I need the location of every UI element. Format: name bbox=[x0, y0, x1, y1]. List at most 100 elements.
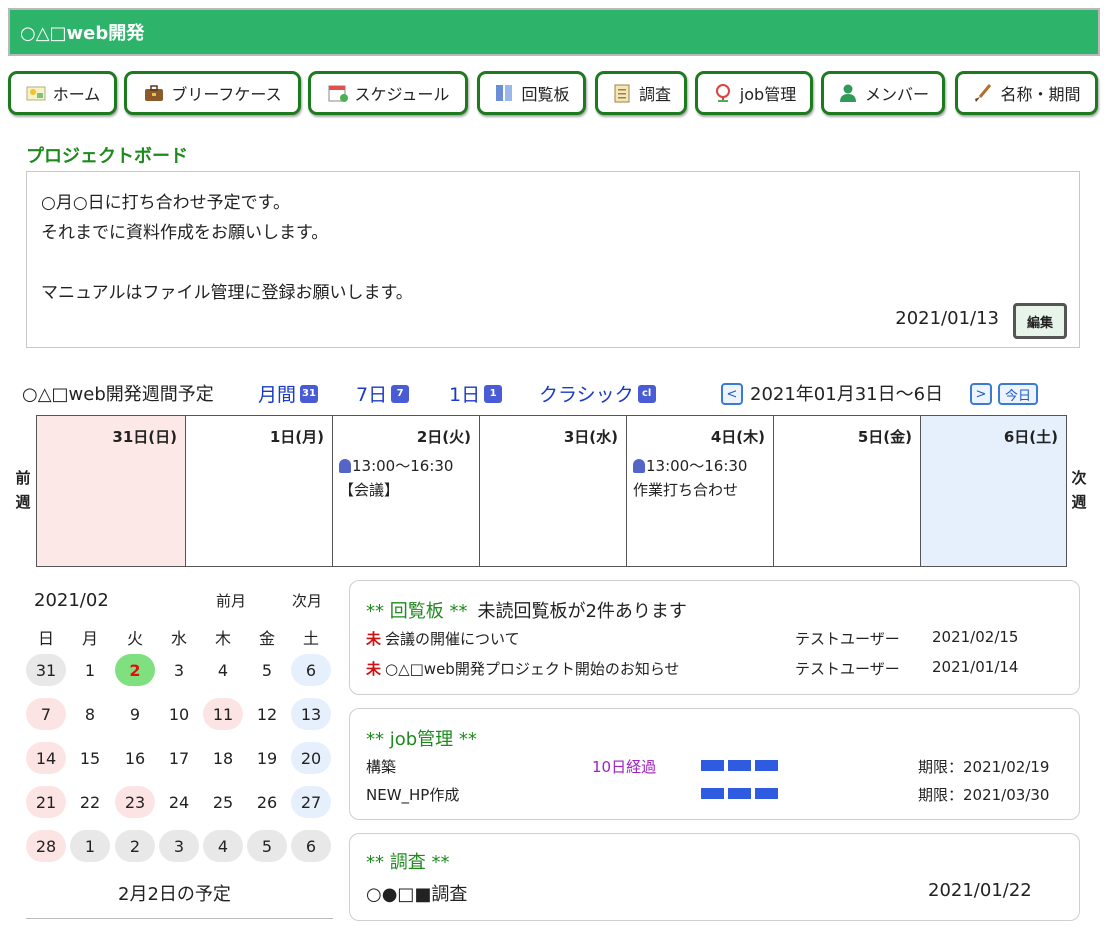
view-1day-link[interactable]: 1日 1 bbox=[449, 380, 503, 407]
calendar-day[interactable]: 1 bbox=[70, 830, 110, 862]
weekday-label: 木 bbox=[214, 629, 231, 648]
home-icon bbox=[25, 83, 47, 103]
calendar-day[interactable]: 22 bbox=[70, 786, 110, 818]
calendar-day[interactable]: 13 bbox=[291, 698, 331, 730]
calendar-day[interactable]: 9 bbox=[115, 698, 155, 730]
nav-schedule-button[interactable]: スケジュール bbox=[308, 71, 468, 115]
nav-survey-label: 調査 bbox=[638, 85, 671, 104]
calendar-day[interactable]: 4 bbox=[203, 654, 243, 686]
calendar-day[interactable]: 14 bbox=[26, 742, 66, 774]
app-title: ○△□web開発 bbox=[20, 23, 145, 44]
progress-block bbox=[755, 788, 778, 799]
next-week-button[interactable]: > bbox=[970, 383, 992, 405]
view-7day-link[interactable]: 7日 7 bbox=[356, 380, 410, 407]
nav-bulletin-label: 回覧板 bbox=[521, 85, 570, 104]
calendar-day[interactable]: 6 bbox=[291, 830, 331, 862]
nav-briefcase-button[interactable]: ブリーフケース bbox=[124, 71, 301, 115]
calendar-day[interactable]: 16 bbox=[115, 742, 155, 774]
calendar-day[interactable]: 19 bbox=[247, 742, 287, 774]
project-board: ○月○日に打ち合わせ予定です。 それまでに資料作成をお願いします。 マニュアルは… bbox=[26, 171, 1080, 348]
calendar-day[interactable]: 17 bbox=[159, 742, 199, 774]
calendar-day[interactable]: 24 bbox=[159, 786, 199, 818]
day-column[interactable]: 1日(月) bbox=[185, 416, 332, 566]
job-name[interactable]: NEW_HP作成 bbox=[366, 784, 459, 805]
calendar-day[interactable]: 23 bbox=[115, 786, 155, 818]
calendar-day[interactable]: 3 bbox=[159, 830, 199, 862]
calendar-day[interactable]: 21 bbox=[26, 786, 66, 818]
schedule-event[interactable]: 13:00〜16:30 【会議】 bbox=[339, 454, 453, 502]
bulletin-item[interactable]: 未会議の開催について bbox=[366, 628, 520, 649]
calendar-day[interactable]: 7 bbox=[26, 698, 66, 730]
day-column[interactable]: 2日(火) 13:00〜16:30 【会議】 bbox=[332, 416, 479, 566]
day-header[interactable]: 2日(火) bbox=[417, 426, 471, 447]
day-column[interactable]: 4日(木) 13:00〜16:30 作業打ち合わせ bbox=[626, 416, 773, 566]
mini-calendar-month: 2021/02 bbox=[34, 590, 109, 611]
calendar-day[interactable]: 25 bbox=[203, 786, 243, 818]
calendar-day[interactable]: 3 bbox=[159, 654, 199, 686]
calendar-day[interactable]: 6 bbox=[291, 654, 331, 686]
calendar-day[interactable]: 27 bbox=[291, 786, 331, 818]
nav-job-button[interactable]: job管理 bbox=[695, 71, 813, 115]
day-column[interactable]: 31日(日) bbox=[37, 416, 185, 566]
day-header[interactable]: 1日(月) bbox=[270, 426, 324, 447]
next-week-side-link[interactable]: 次週 bbox=[1070, 466, 1088, 514]
day-column[interactable]: 3日(水) bbox=[479, 416, 626, 566]
today-button[interactable]: 今日 bbox=[998, 383, 1038, 405]
day-header[interactable]: 4日(木) bbox=[711, 426, 765, 447]
calendar-day[interactable]: 15 bbox=[70, 742, 110, 774]
calendar-day[interactable]: 5 bbox=[247, 830, 287, 862]
day-header[interactable]: 3日(水) bbox=[564, 426, 618, 447]
calendar-day[interactable]: 5 bbox=[247, 654, 287, 686]
board-edit-button[interactable]: 編集 bbox=[1013, 303, 1067, 339]
day-header[interactable]: 31日(日) bbox=[112, 426, 177, 447]
job-name[interactable]: 構築 bbox=[366, 756, 396, 777]
prev-week-side-link[interactable]: 前週 bbox=[14, 466, 32, 514]
day-header[interactable]: 6日(土) bbox=[1004, 426, 1058, 447]
nav-job-label: job管理 bbox=[739, 85, 797, 104]
view-classic-link[interactable]: クラシック cl bbox=[539, 380, 656, 407]
nav-bulletin-button[interactable]: 回覧板 bbox=[477, 71, 586, 115]
day-column[interactable]: 5日(金) bbox=[773, 416, 920, 566]
prev-month-link[interactable]: 前月 bbox=[216, 590, 246, 611]
unread-mark: 未 bbox=[366, 630, 382, 648]
job-status: 10日経過 bbox=[592, 758, 657, 776]
day-column[interactable]: 6日(土) bbox=[920, 416, 1066, 566]
calendar-day[interactable]: 26 bbox=[247, 786, 287, 818]
briefcase-icon bbox=[143, 83, 165, 103]
calendar-day[interactable]: 11 bbox=[203, 698, 243, 730]
calendar-day[interactable]: 12 bbox=[247, 698, 287, 730]
schedule-event[interactable]: 13:00〜16:30 作業打ち合わせ bbox=[633, 454, 747, 502]
calendar-day[interactable]: 2 bbox=[115, 830, 155, 862]
progress-block bbox=[728, 788, 751, 799]
pin-icon bbox=[633, 459, 645, 473]
calendar-day[interactable]: 18 bbox=[203, 742, 243, 774]
view-7day-label: 7日 bbox=[356, 384, 388, 406]
calendar-day[interactable]: 8 bbox=[70, 698, 110, 730]
board-date: 2021/01/13 bbox=[895, 308, 999, 329]
bulletin-item-date: 2021/02/15 bbox=[932, 628, 1019, 646]
bulletin-item-title[interactable]: ○△□web開発プロジェクト開始のお知らせ bbox=[385, 660, 680, 678]
calendar-day[interactable]: 20 bbox=[291, 742, 331, 774]
calendar-day[interactable]: 28 bbox=[26, 830, 66, 862]
nav-member-button[interactable]: メンバー bbox=[821, 71, 945, 115]
nav-survey-button[interactable]: 調査 bbox=[595, 71, 687, 115]
bulletin-item-title[interactable]: 会議の開催について bbox=[385, 630, 520, 648]
clipboard-icon bbox=[611, 83, 633, 103]
divider bbox=[26, 918, 333, 919]
prev-week-button[interactable]: < bbox=[721, 383, 743, 405]
event-time: 13:00〜16:30 bbox=[352, 457, 454, 475]
calendar-day[interactable]: 31 bbox=[26, 654, 66, 686]
bulletin-item[interactable]: 未 ○△□web開発プロジェクト開始のお知らせ bbox=[366, 658, 680, 679]
weekday-label: 水 bbox=[170, 629, 187, 648]
day-header[interactable]: 5日(金) bbox=[858, 426, 912, 447]
calendar-day[interactable]: 1 bbox=[70, 654, 110, 686]
next-month-link[interactable]: 次月 bbox=[292, 590, 322, 611]
weekday-label: 土 bbox=[302, 629, 319, 648]
view-month-link[interactable]: 月間 31 bbox=[258, 380, 319, 407]
calendar-day[interactable]: 10 bbox=[159, 698, 199, 730]
calendar-day-today[interactable]: 2 bbox=[115, 654, 155, 686]
nav-home-button[interactable]: ホーム bbox=[8, 71, 117, 115]
calendar-day[interactable]: 4 bbox=[203, 830, 243, 862]
nav-name-period-button[interactable]: 名称・期間 bbox=[955, 71, 1098, 115]
survey-item-name[interactable]: ○●□■調査 bbox=[366, 880, 467, 906]
